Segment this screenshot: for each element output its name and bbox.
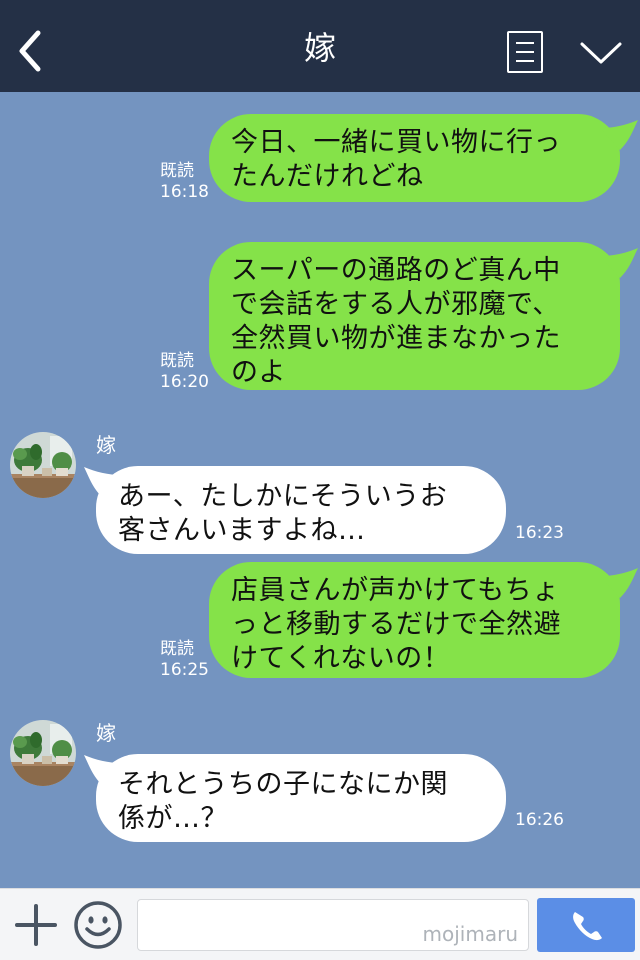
- incoming-message-bubble[interactable]: それとうちの子になにか関 係が…？: [96, 754, 506, 842]
- plus-icon: [15, 904, 57, 946]
- message-line: 客さんいますよね…: [118, 515, 366, 546]
- bubble-tail: [600, 248, 638, 278]
- chevron-left-icon: [19, 30, 41, 72]
- plant-avatar-image: [10, 720, 76, 786]
- read-receipt: 既読: [160, 351, 194, 371]
- message-line: 係が…？: [118, 803, 228, 834]
- sender-name: 嫁: [96, 433, 116, 457]
- message-line: 今日、一緒に買い物に行っ: [231, 127, 561, 158]
- incoming-message-bubble[interactable]: あー、たしかにそういうお 客さんいますよね…: [96, 466, 506, 554]
- message-line: けてくれないの！: [231, 643, 451, 674]
- message-time: 16:25: [160, 660, 209, 680]
- message-line: 全然買い物が進まなかった: [231, 323, 561, 354]
- sender-name: 嫁: [96, 721, 116, 745]
- message-time: 16:20: [160, 372, 209, 392]
- message-meta: 既読 16:18: [160, 161, 209, 203]
- message-line: たんだけれどね: [231, 161, 424, 192]
- read-receipt: 既読: [160, 161, 194, 181]
- smiley-icon: [74, 901, 122, 949]
- message-line: 店員さんが声かけてもちょ: [231, 575, 560, 606]
- message-line: っと移動するだけで全然避: [231, 609, 561, 640]
- chat-header: 嫁: [0, 0, 640, 92]
- watermark: mojimaru: [422, 922, 518, 946]
- call-button[interactable]: [537, 898, 635, 952]
- message-time: 16:26: [515, 810, 564, 830]
- emoji-button[interactable]: [73, 900, 123, 950]
- outgoing-message-bubble[interactable]: スーパーの通路のど真ん中 で会話をする人が邪魔で、 全然買い物が進まなかった の…: [209, 242, 620, 390]
- menu-icon: [516, 42, 534, 44]
- avatar[interactable]: [10, 432, 76, 498]
- message-line: スーパーの通路のど真ん中: [231, 255, 561, 286]
- message-meta: 16:23: [515, 523, 564, 544]
- phone-icon: [573, 912, 602, 941]
- input-bar: mojimaru: [0, 888, 640, 960]
- message-line: のよ: [231, 357, 286, 388]
- bubble-tail: [600, 120, 638, 150]
- outgoing-message-bubble[interactable]: 今日、一緒に買い物に行っ たんだけれどね: [209, 114, 620, 202]
- message-time: 16:23: [515, 523, 564, 543]
- message-time: 16:18: [160, 182, 209, 202]
- menu-button[interactable]: [507, 31, 543, 73]
- bubble-tail: [600, 568, 638, 598]
- avatar[interactable]: [10, 720, 76, 786]
- add-attachment-button[interactable]: [14, 903, 58, 947]
- message-meta: 16:26: [515, 810, 564, 831]
- message-meta: 既読 16:20: [160, 351, 209, 393]
- outgoing-message-bubble[interactable]: 店員さんが声かけてもちょ っと移動するだけで全然避 けてくれないの！: [209, 562, 620, 678]
- message-line: それとうちの子になにか関: [118, 769, 448, 800]
- plant-avatar-image: [10, 432, 76, 498]
- message-line: で会話をする人が邪魔で、: [231, 289, 560, 320]
- message-input[interactable]: mojimaru: [137, 899, 529, 951]
- collapse-button[interactable]: [576, 34, 626, 70]
- message-meta: 既読 16:25: [160, 639, 209, 681]
- message-list[interactable]: 今日、一緒に買い物に行っ たんだけれどね 既読 16:18 スーパーの通路のど真…: [0, 92, 640, 888]
- back-button[interactable]: [10, 26, 50, 76]
- message-line: あー、たしかにそういうお: [118, 481, 448, 512]
- chat-title: 嫁: [303, 29, 336, 67]
- chevron-down-icon: [580, 42, 622, 64]
- read-receipt: 既読: [160, 639, 194, 659]
